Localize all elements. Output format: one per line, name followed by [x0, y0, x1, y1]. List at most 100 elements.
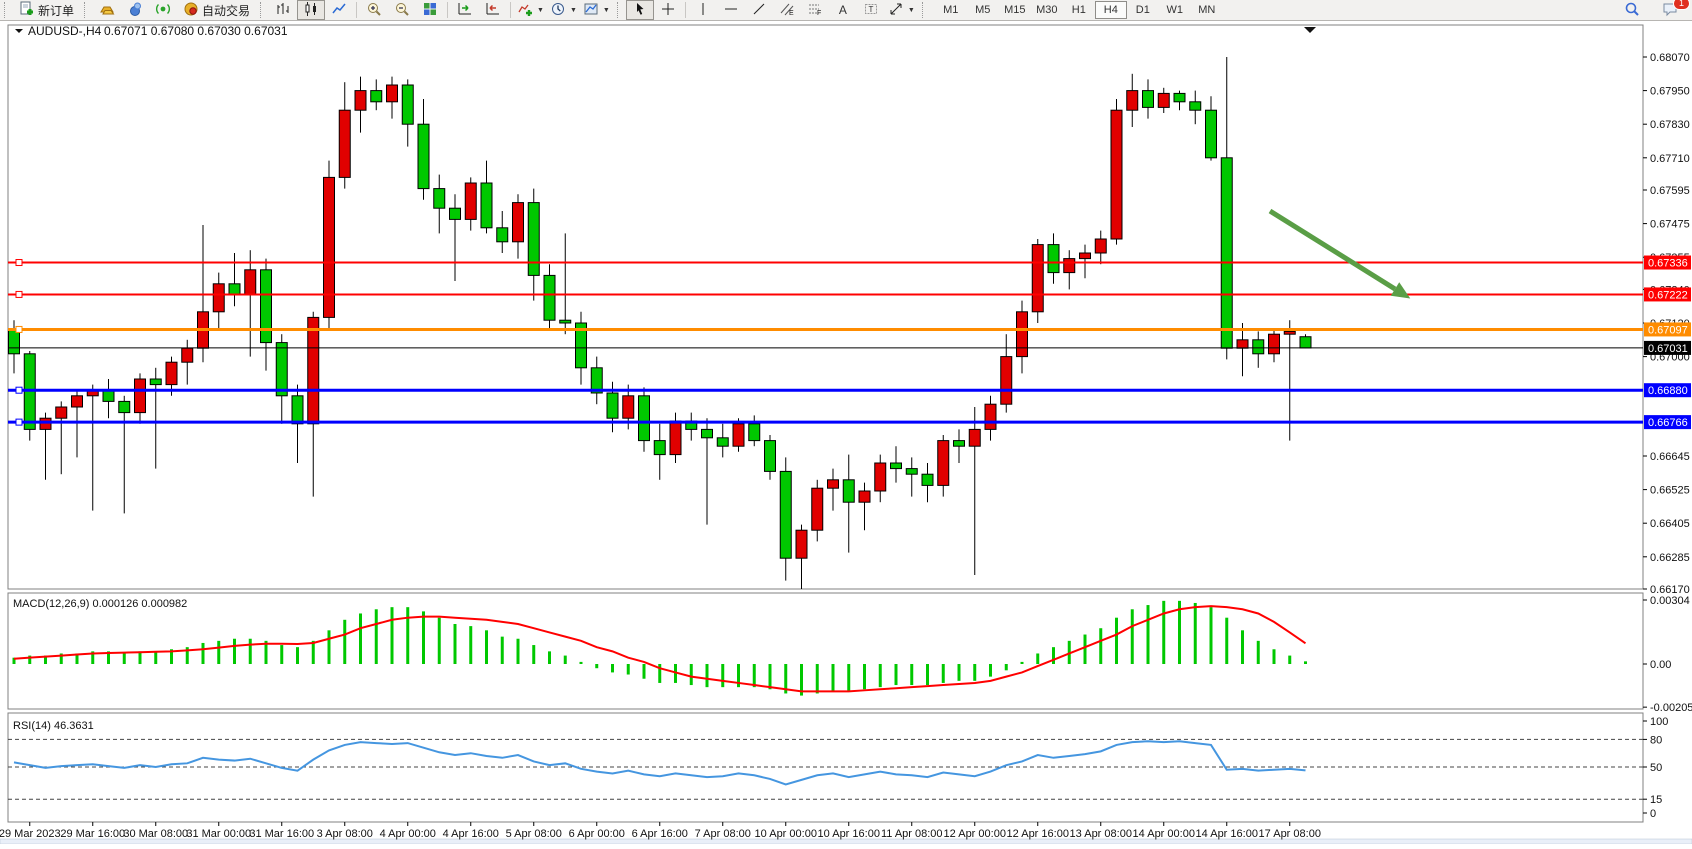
chart-canvas[interactable]: 0.680700.679500.678300.677100.675950.674…: [0, 21, 1692, 844]
vertical-line-tool-button[interactable]: [689, 0, 717, 20]
candlestick-mode-button[interactable]: [297, 0, 325, 20]
toolbar-separator: [685, 2, 686, 18]
svg-text:0.00: 0.00: [1650, 659, 1671, 671]
auto-scroll-button[interactable]: [451, 0, 479, 20]
svg-text:5 Apr 08:00: 5 Apr 08:00: [506, 828, 562, 840]
gold-panel-button[interactable]: [93, 0, 121, 20]
toolbar-grip: [922, 2, 928, 18]
channel-tool-button[interactable]: E: [773, 0, 801, 20]
search-button[interactable]: [1618, 0, 1646, 20]
periods-button[interactable]: ▼: [547, 0, 580, 20]
line-chart-mode-button[interactable]: [325, 0, 353, 20]
svg-text:29 Mar 2023: 29 Mar 2023: [0, 828, 61, 840]
chart-panels: [0, 25, 1692, 844]
trendline-icon: [751, 1, 767, 20]
main-price-panel: [8, 25, 1643, 589]
new-order-button[interactable]: 新订单: [13, 0, 80, 20]
arrows-tool-button[interactable]: ▼: [885, 0, 918, 20]
text-tool-button[interactable]: A: [829, 0, 857, 20]
svg-text:0.66285: 0.66285: [1650, 552, 1690, 564]
indicators-button[interactable]: ▼: [514, 0, 547, 20]
timeframe-mn-button[interactable]: MN: [1191, 1, 1223, 19]
timeframe-m1-button[interactable]: M1: [935, 1, 967, 19]
svg-text:0.66645: 0.66645: [1650, 451, 1690, 463]
dropdown-caret-icon: ▼: [570, 7, 577, 14]
line-handle: [16, 326, 22, 332]
svg-text:0.66405: 0.66405: [1650, 518, 1690, 530]
time-axis: 29 Mar 202329 Mar 16:0030 Mar 08:0031 Ma…: [0, 822, 1321, 840]
svg-text:13 Apr 08:00: 13 Apr 08:00: [1070, 828, 1132, 840]
notifications-button[interactable]: 1: [1656, 0, 1684, 20]
timeframe-h4-button[interactable]: H4: [1095, 1, 1127, 19]
price-tag-value: 0.66880: [1648, 385, 1688, 397]
text-label-icon: T: [863, 1, 879, 20]
svg-text:80: 80: [1650, 734, 1662, 746]
timeframe-h1-button[interactable]: H1: [1063, 1, 1095, 19]
horizontal-line-tool-button[interactable]: [717, 0, 745, 20]
trendline-tool-button[interactable]: [745, 0, 773, 20]
svg-text:T: T: [868, 5, 873, 14]
fibonacci-tool-button[interactable]: F: [801, 0, 829, 20]
svg-text:3 Apr 08:00: 3 Apr 08:00: [317, 828, 373, 840]
bar-chart-mode-button[interactable]: [269, 0, 297, 20]
zoom-out-button[interactable]: [388, 0, 416, 20]
svg-text:6 Apr 00:00: 6 Apr 00:00: [569, 828, 625, 840]
timeframe-m30-button[interactable]: M30: [1031, 1, 1063, 19]
svg-text:12 Apr 16:00: 12 Apr 16:00: [1007, 828, 1069, 840]
svg-text:17 Apr 08:00: 17 Apr 08:00: [1259, 828, 1321, 840]
new-order-label: 新订单: [38, 2, 74, 19]
chart-shift-button[interactable]: [479, 0, 507, 20]
toolbar-separator: [356, 2, 357, 18]
chart-ohlc-values: 0.67071 0.67080 0.67030 0.67031: [104, 24, 288, 38]
chart-window: 0.680700.679500.678300.677100.675950.674…: [0, 21, 1692, 844]
dropdown-caret-icon: ▼: [908, 7, 915, 14]
timeframe-d1-button[interactable]: D1: [1127, 1, 1159, 19]
macd-indicator-label: MACD(12,26,9) 0.000126 0.000982: [13, 598, 187, 610]
chart-shift-icon: [485, 1, 501, 20]
gold-ingot-icon: [99, 1, 115, 20]
line-chart-icon: [331, 1, 347, 20]
svg-text:50: 50: [1650, 762, 1662, 774]
cursor-icon: [632, 1, 648, 20]
equidistant-channel-icon: E: [779, 1, 795, 20]
timeframe-group: M1M5M15M30H1H4D1W1MN: [935, 1, 1223, 19]
rsi-indicator-label: RSI(14) 46.3631: [13, 720, 94, 732]
signals-button[interactable]: [149, 0, 177, 20]
toolbar-separator: [510, 2, 511, 18]
svg-text:0.67950: 0.67950: [1650, 86, 1690, 98]
toolbar-grip: [260, 2, 266, 18]
line-handle: [16, 260, 22, 266]
price-tag-value: 0.67097: [1648, 324, 1688, 336]
template-icon: [583, 1, 599, 20]
svg-text:7 Apr 08:00: 7 Apr 08:00: [695, 828, 751, 840]
svg-text:30 Mar 08:00: 30 Mar 08:00: [123, 828, 188, 840]
text-label-tool-button[interactable]: T: [857, 0, 885, 20]
cursor-tool-button[interactable]: [626, 0, 654, 20]
timeframe-m5-button[interactable]: M5: [967, 1, 999, 19]
crosshair-tool-button[interactable]: [654, 0, 682, 20]
svg-text:0.67595: 0.67595: [1650, 185, 1690, 197]
toolbar-grip: [4, 2, 10, 18]
price-tag-value: 0.67336: [1648, 258, 1688, 270]
svg-text:10 Apr 00:00: 10 Apr 00:00: [755, 828, 817, 840]
timeframe-m15-button[interactable]: M15: [999, 1, 1031, 19]
chart-symbol-label: AUDUSD-,H4: [28, 24, 102, 38]
price-tag-value: 0.66766: [1648, 417, 1688, 429]
svg-text:0.66525: 0.66525: [1650, 485, 1690, 497]
zoom-in-button[interactable]: [360, 0, 388, 20]
svg-text:F: F: [817, 10, 821, 17]
vertical-line-icon: [695, 1, 711, 20]
templates-button[interactable]: ▼: [580, 0, 613, 20]
horizontal-line-icon: [723, 1, 739, 20]
timeframe-w1-button[interactable]: W1: [1159, 1, 1191, 19]
clock-icon: [550, 1, 566, 20]
svg-text:0.67475: 0.67475: [1650, 219, 1690, 231]
autotrade-label: 自动交易: [202, 2, 250, 19]
community-button[interactable]: [121, 0, 149, 20]
zoom-in-icon: [366, 1, 382, 20]
svg-text:4 Apr 16:00: 4 Apr 16:00: [443, 828, 499, 840]
tile-windows-button[interactable]: [416, 0, 444, 20]
price-axis: 0.680700.679500.678300.677100.675950.674…: [1643, 52, 1692, 820]
svg-text:0.67710: 0.67710: [1650, 153, 1690, 165]
autotrade-button[interactable]: 自动交易: [177, 0, 256, 20]
